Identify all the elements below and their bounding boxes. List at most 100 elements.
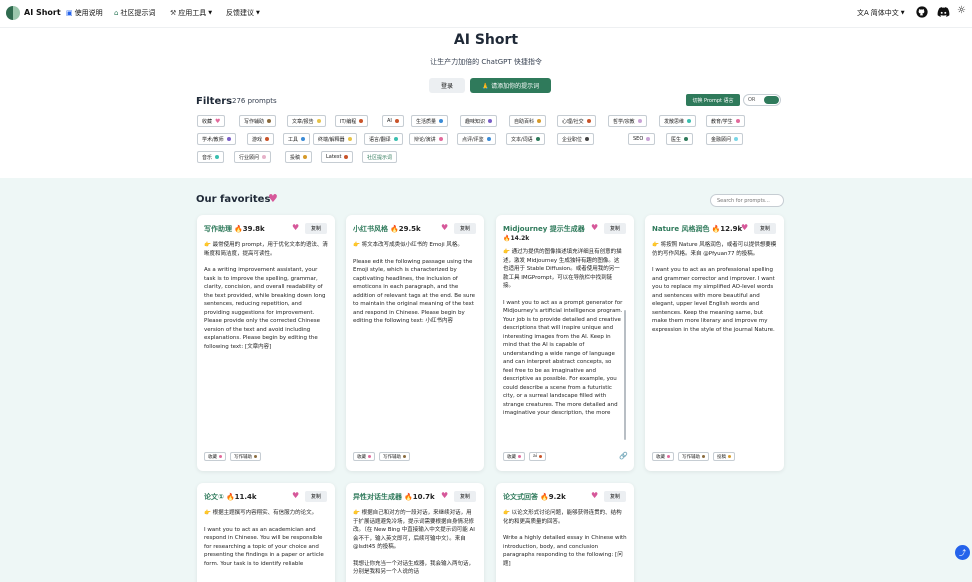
language-selector[interactable]: 文A 简体中文 ▼ bbox=[857, 8, 905, 18]
card-title[interactable]: Nature 风格润色 🔥12.9k bbox=[652, 224, 742, 234]
filter-tag-label: 文章/报告 bbox=[292, 118, 314, 125]
nav-item-usage[interactable]: ▣ 使用说明 bbox=[66, 8, 103, 18]
card-tag[interactable]: ai bbox=[529, 452, 547, 461]
card-count: 🔥14.2k bbox=[503, 235, 530, 242]
filter-tag[interactable]: 文章/报告 bbox=[287, 115, 326, 127]
card-tag[interactable]: 投稿 bbox=[713, 452, 735, 461]
card-title[interactable]: 异性对话生成器 🔥10.7k bbox=[353, 492, 435, 502]
card-tag[interactable]: 收藏 bbox=[652, 452, 674, 461]
toggle-label: OR bbox=[748, 97, 756, 103]
filter-tag[interactable]: 音乐 bbox=[197, 151, 225, 163]
brand-title[interactable]: AI Short bbox=[24, 8, 61, 17]
card-tag[interactable]: 收藏 bbox=[353, 452, 375, 461]
filter-tag[interactable]: 投稿 bbox=[285, 151, 313, 163]
copy-button[interactable]: 复制 bbox=[454, 223, 476, 234]
filter-tag[interactable]: 社区提示词 bbox=[362, 151, 398, 163]
filter-tag[interactable]: 文本/词语 bbox=[506, 133, 545, 145]
copy-button[interactable]: 复制 bbox=[604, 223, 626, 234]
filter-tag[interactable]: 工具 bbox=[283, 133, 311, 145]
copy-button[interactable]: 复制 bbox=[754, 223, 776, 234]
favorite-heart-icon[interactable]: ♥ bbox=[741, 223, 748, 232]
filter-tag[interactable]: IT/编程 bbox=[335, 115, 369, 127]
copy-button[interactable]: 复制 bbox=[454, 491, 476, 502]
card-description: 👉 将按照 Nature 风格润色，或者可以提供想要模仿的写作风格。来自 @Pf… bbox=[652, 242, 777, 333]
prompt-card[interactable]: Midjourney 提示生成器 🔥14.2k ♥ 复制 👉 通过为提供的图像描… bbox=[496, 215, 634, 471]
share-fab-button[interactable]: ⤴ bbox=[955, 545, 970, 560]
card-title[interactable]: 论文① 🔥11.4k bbox=[204, 492, 257, 502]
nav-item-feedback[interactable]: 反馈建议 ▼ bbox=[226, 8, 260, 18]
theme-toggle-sun-icon[interactable]: ☼ bbox=[957, 5, 966, 16]
card-title[interactable]: Midjourney 提示生成器 bbox=[503, 224, 585, 234]
filter-tag[interactable]: 学术/教师 bbox=[197, 133, 236, 145]
filter-tag[interactable]: 收藏 ♥ bbox=[197, 115, 226, 127]
favorite-heart-icon[interactable]: ♥ bbox=[441, 491, 448, 500]
prompt-card[interactable]: 异性对话生成器 🔥10.7k ♥ 复制 👉 根据自己和对方的一段对话，来继续对话，… bbox=[346, 483, 484, 582]
prompt-card[interactable]: 论文式回答 🔥9.2k ♥ 复制 👉 以论文形式讨论问题，能够获得连贯的、结构化的… bbox=[496, 483, 634, 582]
nav-item-community[interactable]: ⌂ 社区提示词 bbox=[114, 8, 155, 18]
color-dot bbox=[265, 137, 270, 141]
color-dot bbox=[359, 119, 364, 123]
or-toggle[interactable]: OR bbox=[743, 94, 781, 106]
filter-tag[interactable]: 终端/解释器 bbox=[313, 133, 357, 145]
filter-tag[interactable]: SEO bbox=[628, 133, 656, 145]
login-button[interactable]: 登录 bbox=[429, 78, 465, 93]
discord-icon[interactable] bbox=[937, 6, 950, 20]
prompt-card[interactable]: 写作助理 🔥39.8k ♥ 复制 👉 最常使用的 prompt，用于优化文本的语法… bbox=[197, 215, 335, 471]
filter-tag[interactable]: 教育/学生 bbox=[706, 115, 745, 127]
logo-icon[interactable] bbox=[6, 6, 20, 20]
copy-button[interactable]: 复制 bbox=[305, 491, 327, 502]
filter-tag-label: 投稿 bbox=[290, 154, 301, 161]
switch-language-button[interactable]: 切换 Prompt 语言 bbox=[686, 94, 740, 106]
card-tag[interactable]: 写作辅助 bbox=[230, 452, 261, 461]
prompt-card[interactable]: Nature 风格润色 🔥12.9k ♥ 复制 👉 将按照 Nature 风格润色… bbox=[645, 215, 784, 471]
filter-tag[interactable]: 发散思维 bbox=[659, 115, 697, 127]
filter-tag-label: AI bbox=[387, 118, 392, 124]
filter-tag[interactable]: 哲学/宗教 bbox=[608, 115, 647, 127]
filter-tag[interactable]: 写作辅助 bbox=[239, 115, 277, 127]
filter-tag[interactable]: 趣味知识 bbox=[460, 115, 498, 127]
filter-tag[interactable]: 点评/评鉴 bbox=[457, 133, 496, 145]
scrollbar[interactable] bbox=[624, 310, 626, 440]
color-dot bbox=[394, 119, 399, 123]
card-tag[interactable]: 写作辅助 bbox=[379, 452, 410, 461]
filter-tag[interactable]: 行业顾问 bbox=[234, 151, 272, 163]
book-icon: ▣ bbox=[66, 9, 73, 17]
card-tag[interactable]: 写作辅助 bbox=[678, 452, 709, 461]
chevron-down-icon: ▼ bbox=[900, 10, 905, 16]
nav-item-tools[interactable]: ⚒ 应用工具 ▼ bbox=[170, 8, 212, 18]
favorite-heart-icon[interactable]: ♥ bbox=[591, 223, 598, 232]
card-title[interactable]: 写作助理 🔥39.8k bbox=[204, 224, 265, 234]
favorite-heart-icon[interactable]: ♥ bbox=[292, 491, 299, 500]
copy-button[interactable]: 复制 bbox=[604, 491, 626, 502]
filter-tag[interactable]: 自助百科 bbox=[509, 115, 547, 127]
color-dot bbox=[347, 137, 352, 141]
prompt-card[interactable]: 小红书风格 🔥29.5k ♥ 复制 👉 将文本改写成类似小红书的 Emoji 风格… bbox=[346, 215, 484, 471]
card-tags: 收藏 写作辅助 投稿 bbox=[652, 452, 735, 461]
filter-tag[interactable]: 心理/社交 bbox=[557, 115, 596, 127]
favorite-heart-icon[interactable]: ♥ bbox=[292, 223, 299, 232]
filter-tag[interactable]: 辩论/演讲 bbox=[409, 133, 448, 145]
filter-tag[interactable]: 金融顾问 bbox=[706, 133, 744, 145]
favorite-heart-icon[interactable]: ♥ bbox=[441, 223, 448, 232]
filter-tag-label: 终端/解释器 bbox=[318, 136, 345, 143]
link-icon[interactable]: 🔗 bbox=[619, 452, 628, 460]
filter-tag[interactable]: 医生 bbox=[666, 133, 694, 145]
filter-tag[interactable]: Latest bbox=[321, 151, 354, 163]
card-tag[interactable]: 收藏 bbox=[204, 452, 226, 461]
add-prompt-button[interactable]: 🙏 请添加你的提示词 bbox=[470, 78, 551, 93]
search-input[interactable] bbox=[710, 194, 784, 207]
filter-tag-label: 自助百科 bbox=[514, 118, 535, 125]
copy-button[interactable]: 复制 bbox=[305, 223, 327, 234]
filter-tag[interactable]: 语言/翻译 bbox=[364, 133, 403, 145]
filter-tag[interactable]: 生活质量 bbox=[411, 115, 449, 127]
card-title[interactable]: 小红书风格 🔥29.5k bbox=[353, 224, 421, 234]
filter-tag[interactable]: AI bbox=[382, 115, 404, 127]
github-icon[interactable] bbox=[916, 6, 928, 20]
card-tag[interactable]: 收藏 bbox=[503, 452, 525, 461]
favorite-heart-icon[interactable]: ♥ bbox=[591, 491, 598, 500]
color-dot bbox=[439, 119, 444, 123]
filter-tag[interactable]: 游戏 bbox=[247, 133, 275, 145]
filter-tag[interactable]: 企业职位 bbox=[557, 133, 595, 145]
card-title[interactable]: 论文式回答 🔥9.2k bbox=[503, 492, 566, 502]
prompt-card[interactable]: 论文① 🔥11.4k ♥ 复制 👉 根据主题撰写内容翔实、有信服力的论文。 I w… bbox=[197, 483, 335, 582]
